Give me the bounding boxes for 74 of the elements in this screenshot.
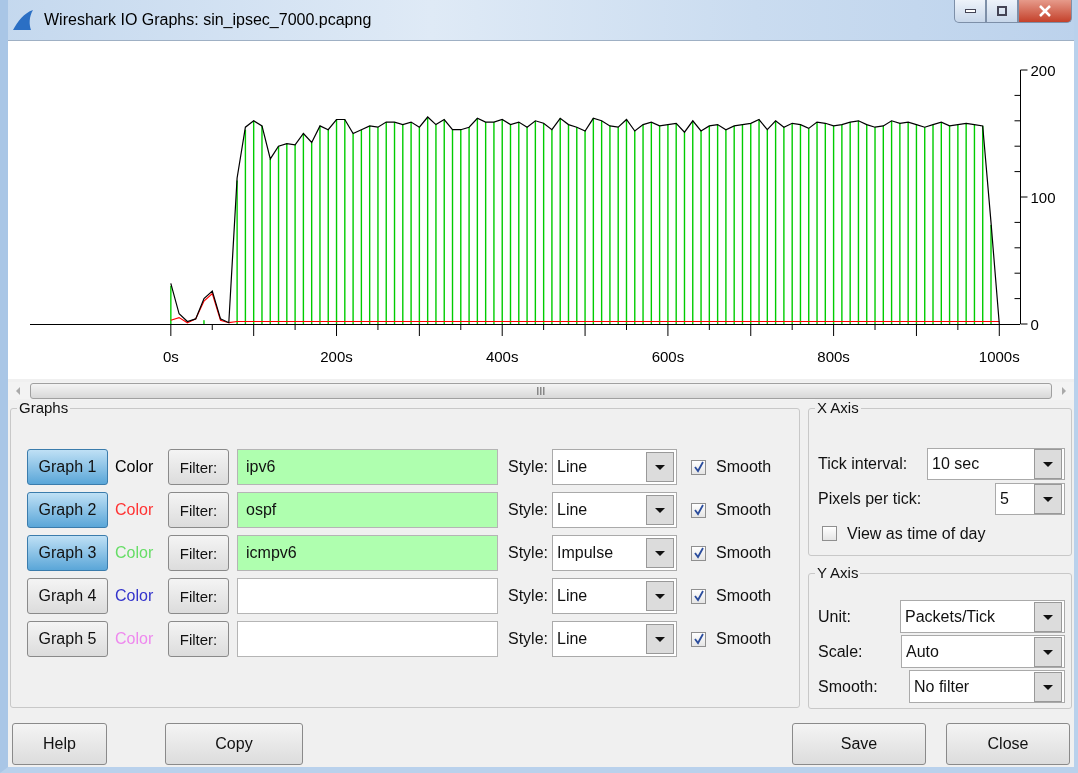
unit-dropdown[interactable]: Packets/Tick [900,600,1065,633]
style-label: Style: [508,501,548,519]
style-label: Style: [508,544,548,562]
filter-field[interactable]: ospf [237,492,498,528]
field-label: Unit: [818,607,851,626]
axis-tick-label: 600s [651,348,685,365]
axis-tick-label: 200s [320,348,353,365]
group-title: X Axis [815,399,861,416]
filter-button[interactable]: Filter: [168,535,229,571]
maximize-button[interactable] [986,0,1018,23]
checkbox[interactable] [691,545,706,561]
dialog-button[interactable]: Save [792,723,926,765]
tick-interval-dropdown[interactable]: 10 sec [927,447,1065,480]
checkbox-label: Smooth [716,501,772,519]
field-label: Smooth: [818,677,878,696]
graph-toggle-button[interactable]: Graph 3 [27,535,108,571]
axis-tick-label: 200 [1030,62,1056,79]
graph-toggle-button[interactable]: Graph 5 [27,621,108,657]
group-title: Y Axis [815,564,861,581]
axis-tick-label: 1000s [978,348,1020,365]
style-dropdown[interactable]: Line [552,492,677,528]
checkbox[interactable] [691,631,706,647]
style-dropdown[interactable]: Line [552,449,677,485]
minimize-button[interactable] [954,0,986,23]
filter-button[interactable]: Filter: [168,492,229,528]
checkbox-label: Smooth [716,458,772,476]
filter-button[interactable]: Filter: [168,621,229,657]
checkbox[interactable] [691,459,706,475]
grip-icon [536,387,546,395]
dialog-button[interactable]: Copy [165,723,303,765]
minimize-icon [964,9,976,13]
style-label: Style: [508,458,548,476]
checkbox-label: Smooth [716,544,772,562]
maximize-icon [995,5,1009,17]
checkbox-label: View as time of day [847,524,986,543]
group-title: Graphs [17,399,71,416]
filter-button[interactable]: Filter: [168,449,229,485]
checkbox-label: Smooth [716,630,772,648]
field-label: Scale: [818,642,863,661]
filter-field[interactable] [237,578,498,614]
field-label: Tick interval: [818,454,908,473]
graph-toggle-button[interactable]: Graph 2 [27,492,108,528]
dialog-button[interactable]: Close [946,723,1070,765]
checkbox[interactable] [822,526,837,541]
style-label: Style: [508,587,548,605]
color-label[interactable]: Color [115,458,161,476]
shark-fin-icon [12,9,34,31]
style-dropdown[interactable]: Impulse [552,535,677,571]
filter-button[interactable]: Filter: [168,578,229,614]
graph-toggle-button[interactable]: Graph 1 [27,449,108,485]
style-dropdown[interactable]: Line [552,621,677,657]
axis-tick-label: 100 [1030,189,1056,206]
color-label[interactable]: Color [115,587,161,605]
filter-field[interactable]: ipv6 [237,449,498,485]
checkbox-label: Smooth [716,587,772,605]
scale-dropdown[interactable]: Auto [901,635,1065,668]
style-label: Style: [508,630,548,648]
axis-tick-label: 400s [485,348,519,365]
field-label: Pixels per tick: [818,489,922,508]
filter-field[interactable] [237,621,498,657]
style-dropdown[interactable]: Line [552,578,677,614]
smooth-dropdown[interactable]: No filter [909,670,1065,703]
close-button[interactable] [1018,0,1072,23]
graph-toggle-button[interactable]: Graph 4 [27,578,108,614]
axis-tick-label: 0 [1030,316,1039,333]
checkbox[interactable] [691,502,706,518]
close-icon [1038,5,1052,17]
window-title: Wireshark IO Graphs: sin_ipsec_7000.pcapng [44,11,372,29]
axis-tick-label: 800s [817,348,850,365]
dialog-button[interactable]: Help [12,723,107,765]
filter-field[interactable]: icmpv6 [237,535,498,571]
axis-tick-label: 0s [162,348,179,365]
pixels-per-tick-dropdown[interactable]: 5 [995,482,1065,515]
checkbox[interactable] [691,588,706,604]
